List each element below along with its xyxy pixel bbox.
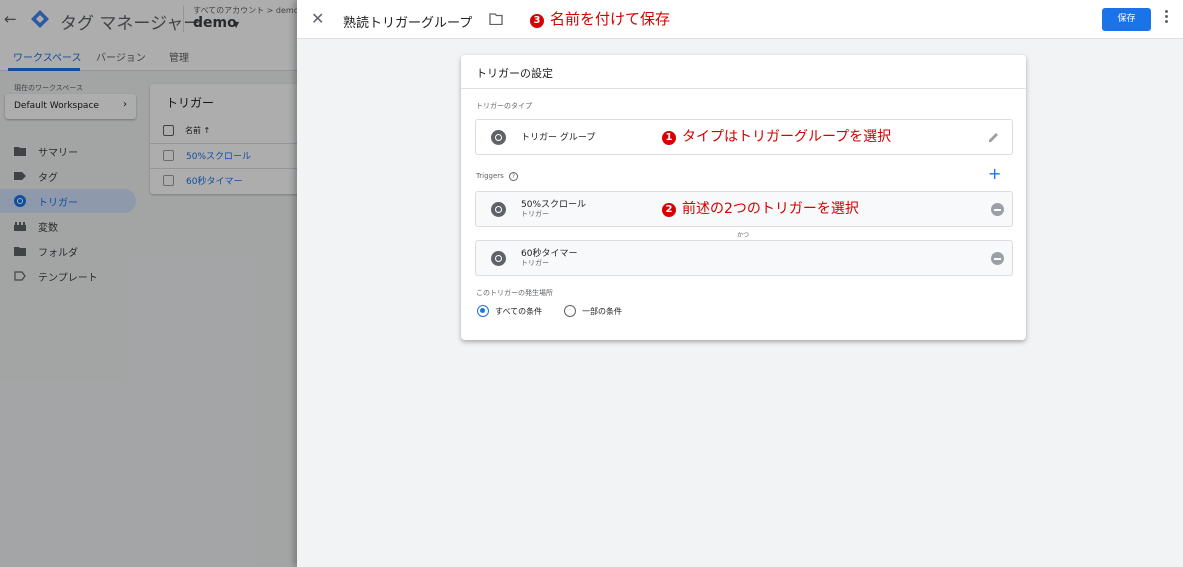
annotation-number: 2 (662, 203, 676, 217)
folder-icon[interactable] (489, 13, 503, 25)
trigger-type: トリガー (521, 259, 549, 267)
and-separator: かつ (737, 232, 750, 239)
annotation-text: タイプはトリガーグループを選択 (682, 129, 892, 145)
card-title: トリガーの設定 (476, 67, 553, 80)
triggers-label: Triggers (476, 172, 504, 180)
annotation-note-3: 3 名前を付けて保存 (530, 10, 670, 28)
more-options-icon[interactable] (1163, 10, 1169, 26)
annotation-text: 前述の2つのトリガーを選択 (682, 201, 859, 217)
trigger-icon (491, 251, 506, 266)
all-conditions-radio[interactable] (477, 305, 489, 317)
trigger-icon (491, 202, 506, 217)
trigger-type-value: トリガー グループ (521, 133, 596, 143)
trigger-type-label: トリガーのタイプ (476, 102, 532, 110)
divider (461, 88, 1026, 89)
annotation-number: 3 (530, 14, 544, 28)
trigger-type: トリガー (521, 210, 549, 218)
annotation-note-2: 2 前述の2つのトリガーを選択 (662, 200, 859, 218)
trigger-config-card: トリガーの設定 トリガーのタイプ トリガー グループ 1 タイプはトリガーグループ… (461, 55, 1026, 340)
add-trigger-icon[interactable]: + (988, 166, 1001, 182)
selected-trigger-row[interactable]: 50%スクロール トリガー 2 前述の2つのトリガーを選択 (475, 191, 1013, 227)
save-button[interactable]: 保存 (1102, 8, 1151, 31)
remove-trigger-icon[interactable] (991, 252, 1004, 265)
fire-condition-label: このトリガーの発生場所 (476, 289, 553, 297)
help-icon[interactable]: ? (509, 172, 518, 181)
all-conditions-label[interactable]: すべての条件 (495, 306, 542, 317)
trigger-name-title[interactable]: 熟読トリガーグループ (343, 12, 472, 31)
modal-scrim[interactable] (0, 0, 297, 567)
remove-trigger-icon[interactable] (991, 203, 1004, 216)
annotation-note-1: 1 タイプはトリガーグループを選択 (662, 128, 891, 146)
selected-trigger-row[interactable]: 60秒タイマー トリガー (475, 240, 1013, 276)
close-icon[interactable]: ✕ (311, 9, 324, 29)
annotation-number: 1 (662, 131, 676, 145)
pencil-icon[interactable] (987, 130, 1001, 144)
trigger-type-selector[interactable]: トリガー グループ 1 タイプはトリガーグループを選択 (475, 119, 1013, 155)
panel-header: ✕ 熟読トリガーグループ 3 名前を付けて保存 保存 (297, 0, 1183, 39)
trigger-editor-panel: ✕ 熟読トリガーグループ 3 名前を付けて保存 保存 トリガーの設定 トリガーのタ… (297, 0, 1183, 567)
some-conditions-radio[interactable] (564, 305, 576, 317)
annotation-text: 名前を付けて保存 (550, 10, 671, 28)
trigger-group-icon (491, 130, 506, 145)
some-conditions-label[interactable]: 一部の条件 (582, 306, 622, 317)
